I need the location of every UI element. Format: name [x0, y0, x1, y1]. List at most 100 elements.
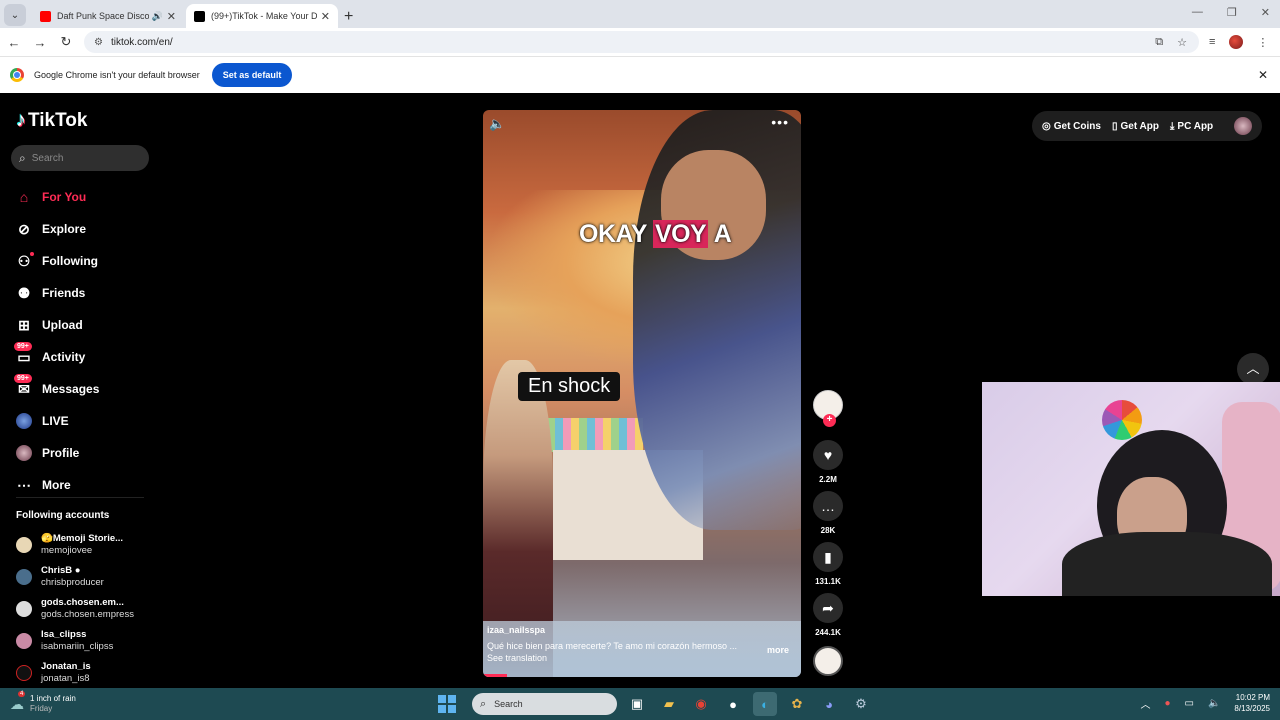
webcam-scene — [1062, 532, 1272, 596]
volume-icon[interactable]: 🔈 — [1208, 698, 1220, 709]
account-name: Isa_clipss — [41, 629, 87, 640]
messages-badge: 99+ — [14, 374, 32, 383]
comment-button[interactable]: … — [813, 491, 843, 521]
taskbar-search-label: Search — [494, 699, 523, 709]
tray-overflow-icon[interactable]: ︿ — [1140, 696, 1150, 711]
account-handle: isabmariin_clipss — [41, 641, 114, 652]
close-infobar-icon[interactable]: ✕ — [1258, 68, 1268, 82]
more-options-icon[interactable]: ••• — [771, 114, 789, 130]
site-info-icon[interactable]: ⚙ — [94, 37, 103, 48]
install-app-icon[interactable]: ⧉ — [1155, 36, 1163, 49]
close-window-icon[interactable]: ✕ — [1261, 6, 1270, 19]
pc-app-label: PC App — [1177, 120, 1214, 132]
close-tab-icon[interactable]: ✕ — [167, 10, 176, 23]
tiktok-logo[interactable]: ♪ TikTok — [16, 109, 87, 132]
reload-icon[interactable]: ↻ — [54, 34, 78, 50]
tab-youtube[interactable]: Daft Punk Space Disco Boo... 🔊 ✕ — [32, 4, 184, 28]
infobar-text: Google Chrome isn't your default browser — [34, 70, 200, 80]
bookmark-star-icon[interactable]: ☆ — [1177, 36, 1187, 49]
kebab-menu-icon[interactable]: ⋮ — [1257, 36, 1268, 49]
chevron-down-icon: ⌄ — [10, 9, 20, 21]
user-avatar[interactable] — [1234, 117, 1252, 135]
back-icon[interactable]: ← — [2, 35, 26, 50]
discord-icon[interactable]: ◕ — [817, 692, 841, 716]
video-username[interactable]: izaa_nailsspa — [487, 625, 797, 635]
tab-search-button[interactable]: ⌄ — [4, 4, 26, 26]
windows-start-icon[interactable] — [438, 695, 456, 713]
tab-tiktok[interactable]: (99+)TikTok - Make Your Day ✕ — [186, 4, 338, 28]
sidebar-item-label: For You — [42, 190, 87, 204]
list-item[interactable]: ChrisB ● chrisbproducer — [16, 561, 134, 593]
compass-icon: ⊘ — [18, 220, 30, 237]
sidebar-item-live[interactable]: LIVE — [16, 405, 99, 437]
sidebar-item-activity[interactable]: ▭ 99+ Activity — [14, 341, 99, 373]
youtube-favicon-icon — [40, 10, 51, 22]
sidebar-item-friends[interactable]: ⚉ Friends — [16, 277, 99, 309]
activity-icon: ▭ — [17, 348, 31, 365]
sidebar-item-profile[interactable]: Profile — [16, 437, 99, 469]
follow-plus-icon[interactable]: + — [823, 414, 836, 427]
video-player[interactable]: OKAY VOY A En shock 🔈 ••• izaa_nailsspa … — [483, 110, 801, 677]
minimize-icon[interactable]: — — [1192, 6, 1203, 19]
set-default-button[interactable]: Set as default — [211, 63, 293, 87]
see-translation-link[interactable]: See translation — [487, 653, 797, 663]
home-icon: ⌂ — [19, 189, 29, 205]
creator-avatar[interactable]: + — [813, 390, 843, 427]
edge-icon[interactable]: ◐ — [753, 692, 777, 716]
sidebar-item-label: Friends — [42, 286, 86, 300]
account-name: gods.chosen.em... — [41, 597, 124, 608]
taskbar-search-input[interactable]: ⌕ Search — [472, 693, 617, 715]
get-app-button[interactable]: ▯ Get App — [1112, 121, 1159, 132]
system-tray: ︿ ● ▭ 🔈 10:02 PM 8/13/2025 — [1140, 692, 1270, 714]
steam-icon[interactable]: ⚙ — [849, 692, 873, 716]
speaker-icon[interactable]: 🔊 — [152, 11, 163, 22]
share-button[interactable]: ➦ — [813, 593, 843, 623]
pc-app-button[interactable]: ⤓ PC App — [1170, 121, 1213, 132]
webcam-overlay — [982, 382, 1280, 596]
forward-icon[interactable]: → — [28, 35, 52, 50]
account-handle: gods.chosen.empress — [41, 609, 134, 620]
avatar — [16, 601, 32, 617]
media-control-icon[interactable]: ≡ — [1209, 36, 1215, 48]
new-tab-button[interactable]: + — [344, 8, 353, 26]
network-icon[interactable]: ▭ — [1185, 698, 1194, 709]
list-item[interactable]: Isa_clipss isabmariin_clipss — [16, 625, 134, 657]
sidebar-item-explore[interactable]: ⊘ Explore — [16, 213, 99, 245]
tray-app-icon[interactable]: ● — [1164, 698, 1170, 709]
sidebar-item-upload[interactable]: ⊞ Upload — [16, 309, 99, 341]
alien-app-icon[interactable]: ● — [721, 692, 745, 716]
list-item[interactable]: Jonatan_is jonatan_is8 — [16, 657, 134, 689]
sidebar-item-label: Explore — [42, 222, 87, 236]
scroll-up-button[interactable]: ︿ — [1237, 353, 1269, 385]
task-view-icon[interactable]: ▣ — [625, 692, 649, 716]
clock[interactable]: 10:02 PM 8/13/2025 — [1234, 692, 1270, 714]
game-app-icon[interactable]: ✿ — [785, 692, 809, 716]
color-wheel-decoration — [1102, 400, 1142, 440]
like-button[interactable]: ♥ — [813, 440, 843, 470]
profile-avatar-icon[interactable] — [1229, 35, 1244, 49]
list-item[interactable]: gods.chosen.em... gods.chosen.empress — [16, 593, 134, 625]
share-icon: ➦ — [822, 599, 834, 616]
search-input[interactable]: ⌕ Search — [11, 145, 149, 171]
list-item[interactable]: 🫣Memoji Storie... memojiovee — [16, 529, 134, 561]
weather-widget[interactable]: ☁ 4 1 inch of rain Friday — [10, 690, 76, 714]
following-accounts-list: 🫣Memoji Storie... memojiovee ChrisB ● chri… — [16, 529, 134, 689]
action-rail: + ♥ 2.2M … 28K ▮ 131.1K ➦ 244.1K — [812, 390, 844, 676]
video-progress-bar[interactable] — [483, 674, 507, 677]
maximize-icon[interactable]: ❐ — [1227, 6, 1237, 19]
video-info: izaa_nailsspa Qué hice bien para merecer… — [483, 621, 801, 677]
more-button[interactable]: more — [767, 645, 789, 655]
sidebar-item-following[interactable]: ⚇ Following — [16, 245, 99, 277]
sidebar-item-messages[interactable]: ✉ 99+ Messages — [14, 373, 99, 405]
volume-icon[interactable]: 🔈 — [489, 116, 505, 132]
music-disc-icon[interactable] — [813, 646, 843, 676]
avatar — [16, 665, 32, 681]
address-bar[interactable]: ⚙ tiktok.com/en/ ⧉ ☆ — [84, 31, 1199, 53]
file-explorer-icon[interactable]: ▰ — [657, 692, 681, 716]
chevron-up-icon: ︿ — [1246, 361, 1260, 376]
sidebar-item-for-you[interactable]: ⌂ For You — [16, 181, 99, 213]
save-button[interactable]: ▮ — [813, 542, 843, 572]
get-coins-button[interactable]: ◎ Get Coins — [1042, 121, 1101, 132]
chrome-icon[interactable]: ◉ — [689, 692, 713, 716]
close-tab-icon[interactable]: ✕ — [321, 10, 330, 23]
